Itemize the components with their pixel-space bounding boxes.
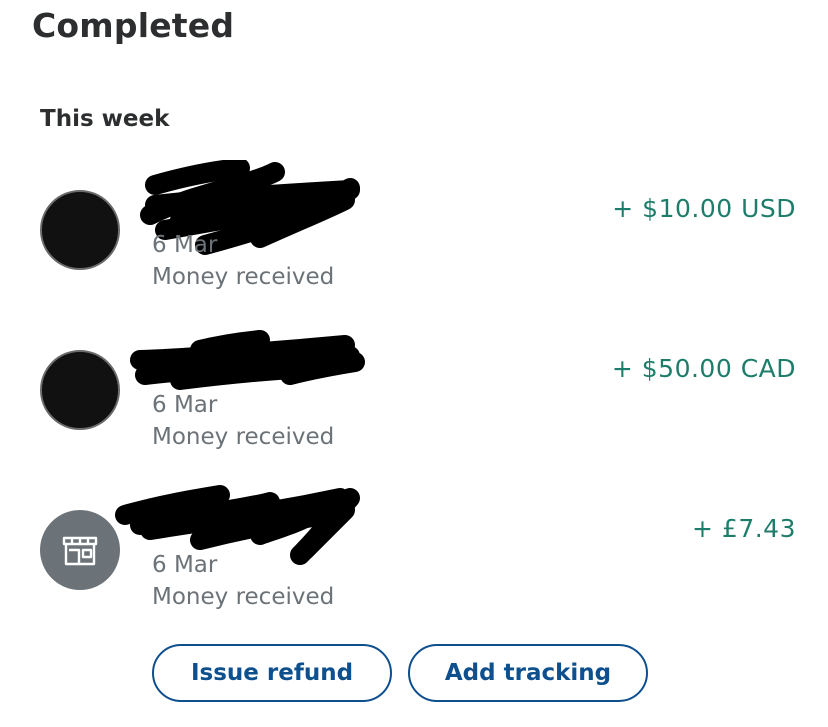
redaction-scribble	[140, 160, 360, 255]
transaction-amount: + $50.00 CAD	[611, 354, 796, 383]
transaction-description: Money received	[152, 264, 335, 290]
section-title-this-week: This week	[40, 106, 170, 132]
transaction-row[interactable]: 6 Mar Money received + £7.43	[0, 480, 828, 630]
add-tracking-button[interactable]: Add tracking	[408, 644, 648, 702]
transaction-row[interactable]: 6 Mar Money received + $10.00 USD	[0, 160, 828, 310]
page-title: Completed	[32, 6, 235, 45]
transaction-description: Money received	[152, 424, 335, 450]
avatar	[40, 190, 120, 270]
transaction-amount: + $10.00 USD	[612, 194, 796, 223]
avatar	[40, 350, 120, 430]
transaction-date: 6 Mar	[152, 552, 218, 578]
transaction-row[interactable]: 6 Mar Money received + $50.00 CAD	[0, 320, 828, 470]
issue-refund-button[interactable]: Issue refund	[152, 644, 392, 702]
transaction-date: 6 Mar	[152, 392, 218, 418]
transaction-description: Money received	[152, 584, 335, 610]
avatar	[40, 510, 120, 590]
redaction-scribble	[115, 485, 360, 565]
store-icon	[62, 536, 98, 566]
transaction-amount: + £7.43	[692, 514, 796, 543]
transaction-date: 6 Mar	[152, 232, 218, 258]
